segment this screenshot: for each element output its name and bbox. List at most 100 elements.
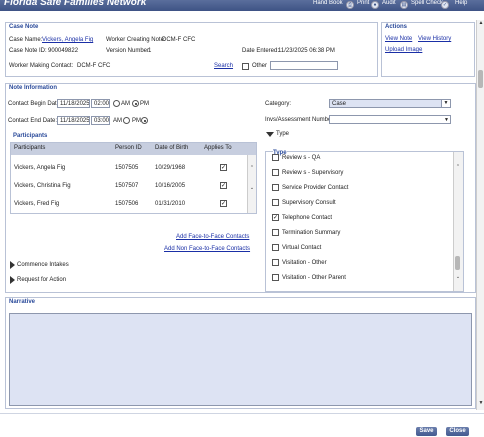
chevron-down-icon[interactable]: ⌄ [455, 274, 461, 280]
end-am-radio[interactable] [123, 117, 130, 124]
category-select[interactable]: Case ▼ [329, 99, 451, 108]
save-button[interactable]: Save [416, 427, 437, 436]
help-link[interactable]: Help [455, 0, 467, 6]
view-note-link[interactable]: View Note [385, 36, 412, 42]
type-option-checkbox[interactable] [272, 154, 279, 161]
participants-scrollbar[interactable]: ⌃ ⌄ [247, 155, 256, 213]
date-entered-label: Date Entered: [242, 48, 280, 54]
participants-table-header: Participants Person ID Date of Birth App… [11, 143, 256, 155]
close-button[interactable]: Close [446, 427, 469, 436]
add-non-face-to-face-link[interactable]: Add Non Face-to-Face Contacts [164, 246, 250, 252]
note-information-panel: Note Information Contact Begin Date: 11/… [5, 83, 476, 293]
col-participants[interactable]: Participants [14, 145, 45, 151]
begin-time-input[interactable]: 02:00 [91, 99, 110, 108]
print-icon[interactable]: ⎙ [346, 1, 354, 9]
begin-date-input[interactable]: 11/18/2025 [57, 99, 90, 108]
type-option-label: Supervisory Consult [282, 200, 336, 206]
type-list-scrollbar[interactable]: ⌃ ⌄ [453, 152, 463, 291]
col-person-id[interactable]: Person ID [115, 145, 142, 151]
begin-am-radio[interactable] [113, 100, 120, 107]
handbook-link[interactable]: Hand Book [313, 0, 343, 6]
case-name-link[interactable]: Vickers, Angela Fig [42, 37, 93, 43]
type-option-label: Visitation - Other [282, 260, 327, 266]
type-option-checkbox[interactable] [272, 169, 279, 176]
type-toggle[interactable]: Type [276, 131, 289, 137]
footer-bar: Save Close [0, 413, 484, 437]
request-expand-icon[interactable] [10, 276, 15, 284]
case-note-id-value: 900049822 [48, 48, 79, 54]
participant-id: 1507506 [115, 201, 139, 207]
chevron-down-icon[interactable]: ▼ [441, 100, 450, 107]
worker-making-value: DCM-F CFC [77, 63, 111, 69]
category-value: Case [332, 101, 347, 107]
search-link[interactable]: Search [214, 63, 233, 69]
type-option-checkbox[interactable]: ✓ [272, 214, 279, 221]
spell-check-icon[interactable]: ▤ [400, 1, 408, 9]
narrative-heading: Narrative [9, 299, 36, 305]
case-note-id-label: Case Note ID: [9, 48, 47, 54]
type-option-checkbox[interactable] [272, 259, 279, 266]
applies-to-checkbox[interactable]: ✓ [220, 182, 227, 189]
chevron-up-icon[interactable]: ⌃ [455, 164, 461, 170]
chevron-up-icon[interactable]: ⌃ [249, 165, 255, 171]
participant-name: Vickers, Fred Fig [14, 201, 60, 207]
narrative-textarea[interactable] [9, 313, 472, 406]
participant-dob: 10/16/2005 [155, 183, 186, 189]
print-link[interactable]: Print [357, 0, 369, 6]
participant-dob: 01/31/2010 [155, 201, 186, 207]
other-checkbox[interactable] [242, 63, 249, 70]
invs-select[interactable]: ▼ [329, 115, 451, 124]
worker-making-label: Worker Making Contact: [9, 63, 74, 69]
audit-link[interactable]: Audit [382, 0, 396, 6]
begin-am-label: AM [121, 101, 130, 107]
other-input[interactable] [270, 61, 338, 70]
col-applies-to[interactable]: Applies To [204, 145, 232, 151]
participant-name: Vickers, Angela Fig [14, 165, 66, 171]
type-option-checkbox[interactable] [272, 199, 279, 206]
note-info-heading: Note Information [9, 85, 57, 91]
version-value: 1 [148, 48, 152, 54]
worker-creating-label: Worker Creating Note: [106, 37, 166, 43]
type-collapse-icon[interactable] [266, 132, 274, 137]
col-dob[interactable]: Date of Birth [155, 145, 188, 151]
chevron-down-icon[interactable]: ⌄ [249, 185, 255, 191]
participant-id: 1507507 [115, 183, 139, 189]
chevron-down-icon[interactable]: ▼ [444, 116, 449, 123]
page-scrollbar[interactable]: ▲ ▼ [476, 20, 484, 410]
applies-to-checkbox[interactable]: ✓ [220, 200, 227, 207]
add-face-to-face-link[interactable]: Add Face-to-Face Contacts [176, 234, 249, 240]
scroll-thumb[interactable] [478, 70, 483, 88]
type-option-label: Service Provider Contact [282, 185, 349, 191]
table-row: Vickers, Angela Fig 1507505 10/29/1968 ✓ [11, 160, 247, 178]
applies-to-checkbox[interactable]: ✓ [220, 164, 227, 171]
scroll-down-icon[interactable]: ▼ [478, 400, 484, 406]
commence-intakes-link[interactable]: Commence Intakes [17, 262, 69, 268]
begin-pm-radio[interactable] [132, 100, 139, 107]
participant-name: Vickers, Christina Fig [14, 183, 71, 189]
view-history-link[interactable]: View History [418, 36, 451, 42]
actions-heading: Actions [385, 24, 408, 30]
spell-check-link[interactable]: Spell Check [411, 0, 443, 6]
audit-icon[interactable]: ● [371, 1, 379, 9]
upload-image-link[interactable]: Upload Image [385, 47, 422, 53]
end-time-input[interactable]: 03:00 [91, 116, 110, 125]
type-option-checkbox[interactable] [272, 274, 279, 281]
type-option-label: Termination Summary [282, 230, 341, 236]
request-for-action-link[interactable]: Request for Action [17, 277, 66, 283]
type-option-label: Review s - QA [282, 155, 321, 161]
type-option-checkbox[interactable] [272, 229, 279, 236]
end-date-input[interactable]: 11/18/2025 [57, 116, 90, 125]
type-scroll-thumb[interactable] [455, 256, 460, 270]
commence-expand-icon[interactable] [10, 261, 15, 269]
end-pm-radio[interactable] [141, 117, 148, 124]
category-label: Category: [265, 101, 292, 107]
app-title: Florida Safe Families Network [4, 0, 147, 8]
type-option-checkbox[interactable] [272, 184, 279, 191]
scroll-up-icon[interactable]: ▲ [478, 20, 484, 26]
actions-panel: Actions View Note View History Upload Im… [381, 22, 475, 77]
help-icon[interactable]: ✓ [441, 1, 449, 9]
participants-table: Participants Person ID Date of Birth App… [10, 142, 257, 214]
type-option-checkbox[interactable] [272, 244, 279, 251]
case-note-heading: Case Note [9, 24, 39, 30]
end-pm-label: PM [132, 118, 141, 124]
